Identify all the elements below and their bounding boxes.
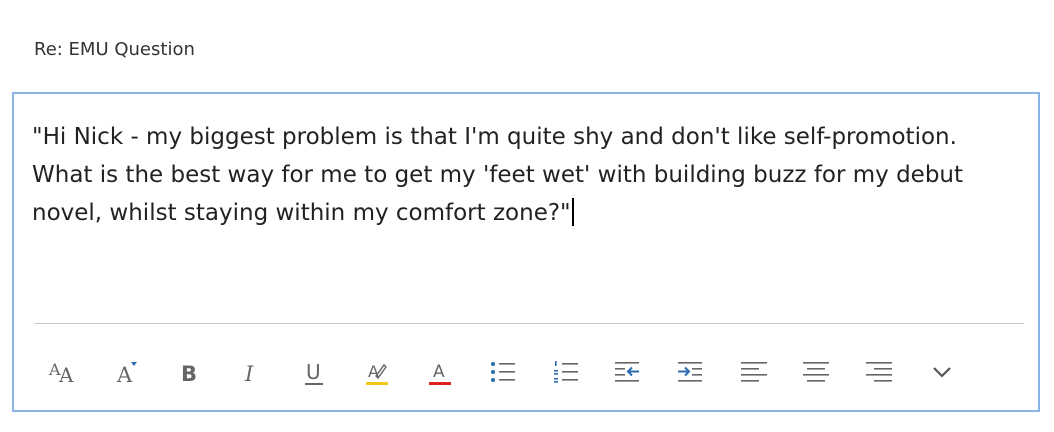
numbered-list-button[interactable]: [544, 350, 588, 394]
align-right-icon: [865, 362, 892, 382]
text-caret: [571, 198, 574, 226]
underline-icon: U: [304, 360, 323, 385]
svg-text:A: A: [433, 362, 445, 382]
decrease-indent-icon: [615, 362, 640, 382]
highlight-button[interactable]: A: [355, 350, 399, 394]
italic-icon: I: [244, 362, 254, 386]
svg-text:A: A: [58, 363, 74, 387]
underline-button[interactable]: U: [293, 350, 337, 394]
decrease-indent-button[interactable]: [606, 350, 650, 394]
increase-indent-button[interactable]: [669, 350, 713, 394]
numbered-list-icon: [553, 361, 578, 383]
font-size-button[interactable]: A A: [42, 350, 86, 394]
align-left-icon: [740, 362, 767, 382]
font-size-icon: A A: [48, 360, 74, 387]
italic-button[interactable]: I: [230, 350, 274, 394]
bulleted-list-button[interactable]: [481, 350, 525, 394]
toolbar-divider: [34, 323, 1024, 324]
svg-text:I: I: [244, 362, 254, 386]
svg-text:B: B: [181, 362, 197, 386]
svg-text:U: U: [306, 360, 321, 384]
align-right-button[interactable]: [857, 350, 901, 394]
compose-box[interactable]: "Hi Nick - my biggest problem is that I'…: [12, 92, 1040, 412]
increase-indent-icon: [677, 362, 702, 382]
align-center-icon: [803, 362, 830, 382]
message-body-text: "Hi Nick - my biggest problem is that I'…: [32, 124, 971, 226]
align-left-button[interactable]: [732, 350, 776, 394]
grow-font-button[interactable]: A: [105, 350, 149, 394]
more-options-button[interactable]: [920, 350, 964, 394]
message-body[interactable]: "Hi Nick - my biggest problem is that I'…: [32, 118, 1022, 232]
formatting-toolbar: A A A B I U A A: [42, 350, 982, 394]
align-center-button[interactable]: [794, 350, 838, 394]
bulleted-list-icon: [490, 362, 515, 382]
highlight-icon: A: [366, 362, 389, 385]
chevron-down-icon: [932, 367, 951, 378]
bold-icon: B: [181, 362, 197, 386]
svg-text:A: A: [116, 363, 133, 387]
font-color-button[interactable]: A: [418, 350, 462, 394]
message-subject: Re: EMU Question: [34, 39, 195, 60]
bold-button[interactable]: B: [167, 350, 211, 394]
font-color-icon: A: [429, 362, 452, 385]
grow-font-icon: A: [116, 362, 137, 387]
